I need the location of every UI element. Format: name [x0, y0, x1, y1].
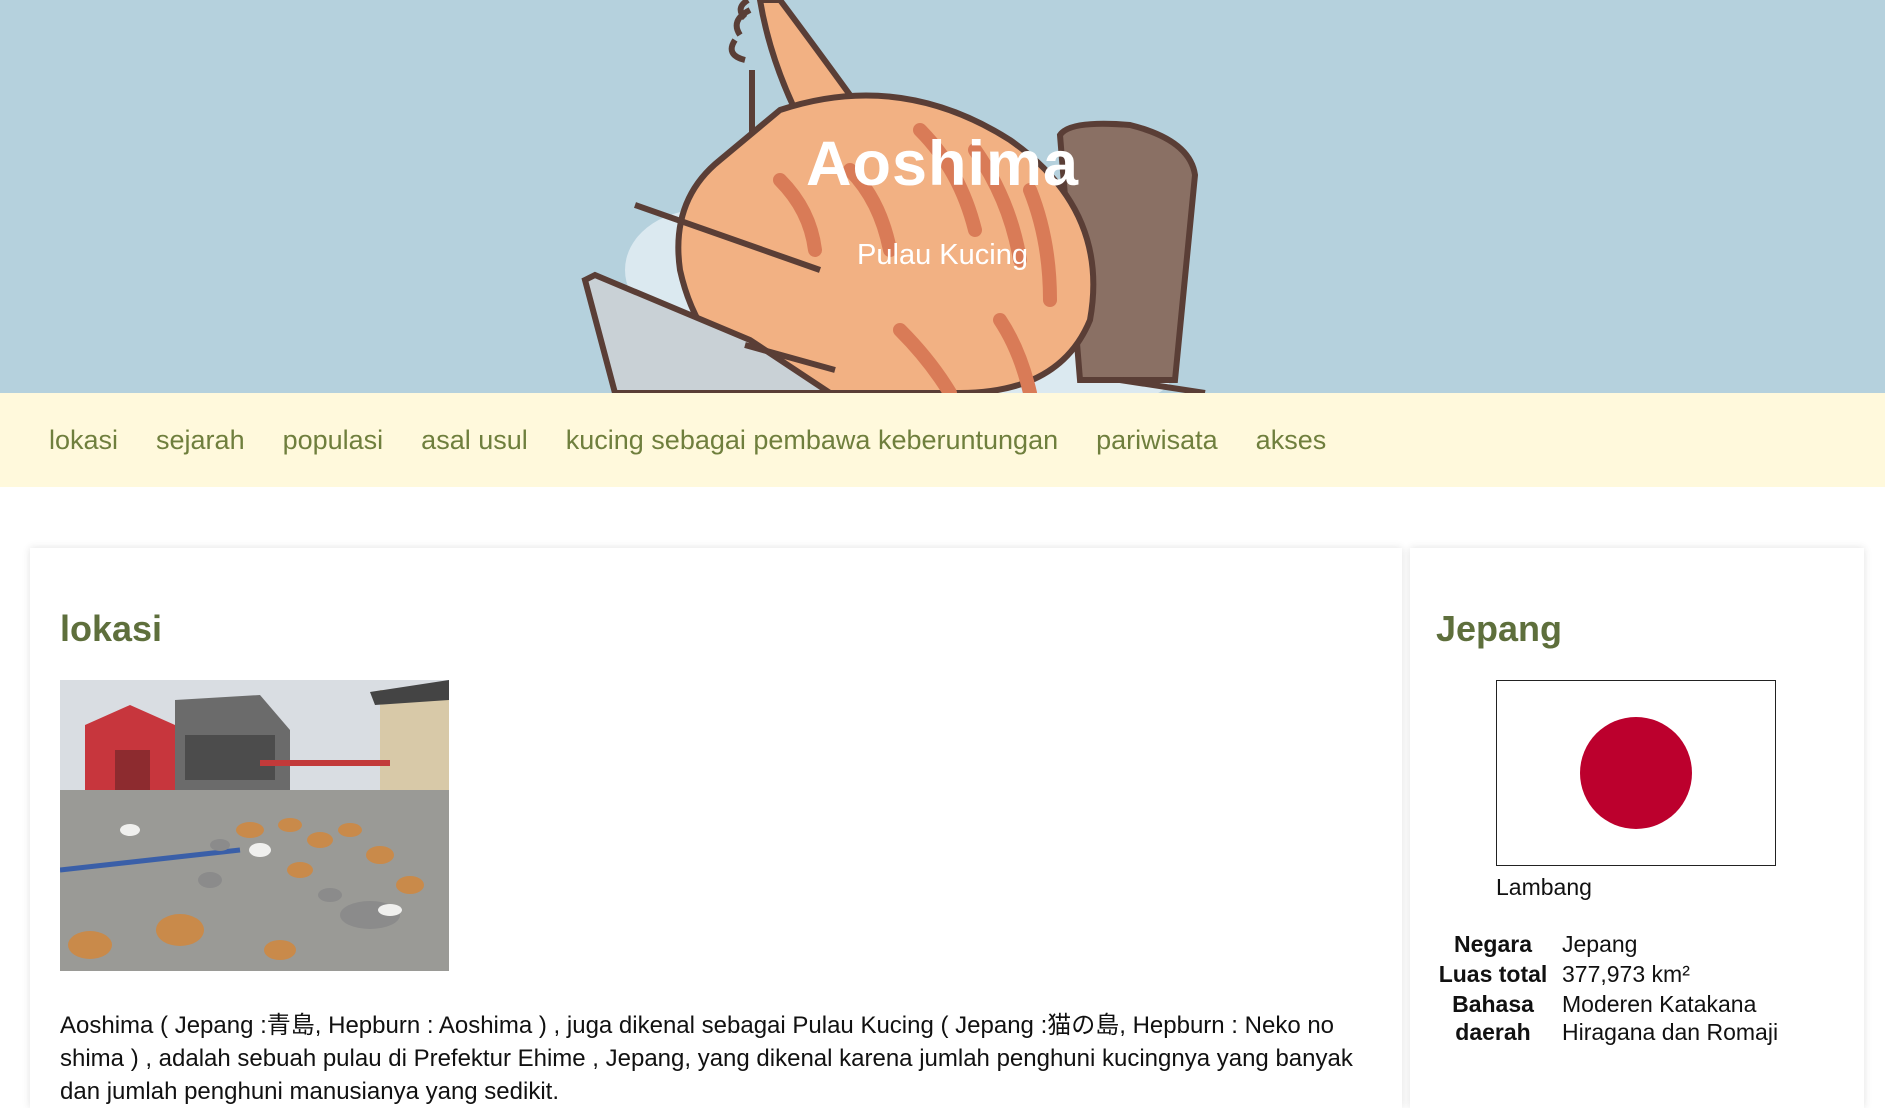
nav-item-lokasi[interactable]: lokasi: [30, 425, 137, 456]
section-heading: lokasi: [60, 608, 163, 649]
nav-item-sejarah[interactable]: sejarah: [137, 425, 264, 456]
nav-item-keberuntungan[interactable]: kucing sebagai pembawa keberuntungan: [547, 425, 1077, 456]
nav-item-akses[interactable]: akses: [1237, 425, 1346, 456]
info-row: Luas total 377,973 km²: [1436, 959, 1796, 989]
info-label: Bahasa daerah: [1452, 991, 1534, 1045]
main-nav: lokasi sejarah populasi asal usul kucing…: [0, 393, 1885, 487]
nav-item-populasi[interactable]: populasi: [264, 425, 403, 456]
info-label: Luas total: [1438, 961, 1548, 987]
info-value: Jepang: [1562, 931, 1638, 957]
info-label: Negara: [1454, 931, 1532, 957]
lokasi-paragraph: Aoshima ( Jepang :青島, Hepburn : Aoshima …: [60, 1012, 1353, 1105]
site-subtitle: Pulau Kucing: [857, 239, 1028, 271]
flag-sun-disc: [1580, 717, 1692, 829]
hero-banner: Aoshima Pulau Kucing: [0, 0, 1885, 393]
flag-caption: Lambang: [1496, 874, 1592, 900]
japan-flag: [1496, 680, 1776, 866]
nav-item-asal-usul[interactable]: asal usul: [402, 425, 547, 456]
info-row: Bahasa daerah Moderen Katakana Hiragana …: [1436, 989, 1796, 1047]
info-table: Negara Jepang Luas total 377,973 km² Bah…: [1436, 929, 1796, 1047]
main-content-card: lokasi Aoshima ( Jepang:青島, Hepburn: A…: [30, 548, 1402, 1108]
cats-on-island-photo: [60, 680, 449, 971]
site-title: Aoshima: [805, 129, 1080, 199]
infobox-heading: Jepang: [1436, 608, 1563, 649]
flag-figure: Lambang: [1496, 680, 1776, 901]
info-value: 377,973 km²: [1562, 961, 1690, 987]
infobox-card: Jepang Lambang Negara Jepang Luas total …: [1410, 548, 1864, 1108]
info-value: Moderen Katakana Hiragana dan Romaji: [1562, 991, 1779, 1045]
info-row: Negara Jepang: [1436, 929, 1796, 959]
nav-item-pariwisata[interactable]: pariwisata: [1077, 425, 1237, 456]
